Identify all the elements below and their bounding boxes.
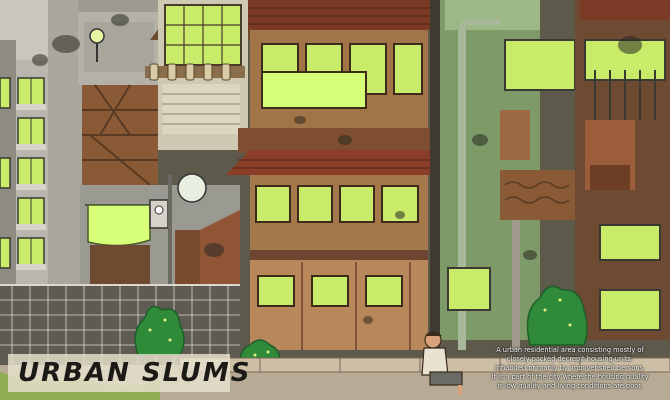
description-line: is low quality and living conditions are… xyxy=(497,381,643,390)
description-line: It is a part of the city where the housi… xyxy=(491,372,649,381)
central-house xyxy=(226,0,430,350)
title-text: URBAN SLUMS xyxy=(18,358,252,388)
description-line: A urban residential area consisting most… xyxy=(496,345,644,354)
upper-wooden-house xyxy=(145,0,250,150)
grey-tower xyxy=(78,0,158,186)
wire-fence xyxy=(0,284,240,365)
description-box: A urban residential area consisting most… xyxy=(478,346,662,390)
slum-illustration xyxy=(0,0,670,400)
description-line: closely packed decrepit housing units. xyxy=(506,354,634,363)
hanging-sheet-icon xyxy=(87,204,151,247)
description-line: Inhabited primarily by impoverished pers… xyxy=(494,363,646,372)
title-banner: URBAN SLUMS xyxy=(8,354,249,392)
street-lamp-icon xyxy=(177,173,207,203)
